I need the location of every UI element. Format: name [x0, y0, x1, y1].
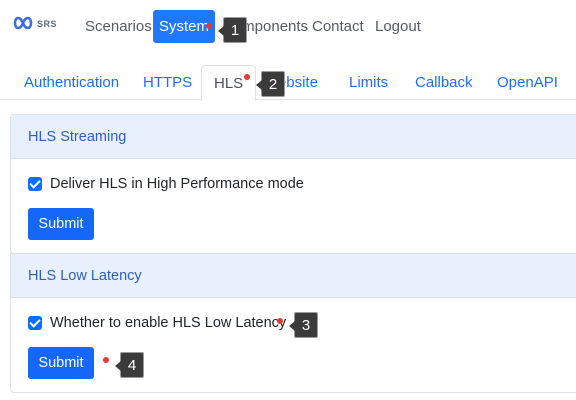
step-marker-3: 3 — [289, 312, 318, 338]
tab-hls[interactable]: HLS — [201, 65, 257, 101]
nav-link-scenarios[interactable]: Scenarios — [85, 18, 152, 36]
marker-dot-3 — [277, 318, 283, 324]
step-marker-1: 1 — [218, 17, 247, 43]
low-latency-checkbox[interactable] — [28, 316, 42, 330]
hls-low-latency-title: HLS Low Latency — [11, 254, 576, 298]
hls-streaming-card: HLS Streaming Deliver HLS in High Perfor… — [10, 114, 576, 254]
marker-dot-4 — [103, 357, 109, 363]
high-performance-label[interactable]: Deliver HLS in High Performance mode — [50, 176, 304, 192]
high-performance-option: Deliver HLS in High Performance mode — [28, 176, 304, 192]
tab-authentication[interactable]: Authentication — [24, 65, 119, 100]
hls-streaming-title: HLS Streaming — [11, 115, 576, 159]
marker-dot-1 — [206, 23, 212, 29]
low-latency-option: Whether to enable HLS Low Latency — [28, 315, 286, 331]
hls-low-latency-submit-button[interactable]: Submit — [28, 347, 94, 379]
top-navbar: SRS Scenarios System Components Contact … — [0, 0, 576, 56]
tab-openapi[interactable]: OpenAPI — [497, 65, 558, 100]
tab-https[interactable]: HTTPS — [143, 65, 192, 100]
srs-logo[interactable]: SRS — [12, 16, 60, 36]
logo-text: SRS — [37, 19, 58, 29]
marker-dot-2 — [244, 74, 250, 80]
hls-streaming-submit-button[interactable]: Submit — [28, 208, 94, 240]
low-latency-label[interactable]: Whether to enable HLS Low Latency — [50, 315, 286, 331]
step-marker-4: 4 — [115, 352, 144, 378]
tab-limits[interactable]: Limits — [349, 65, 388, 100]
nav-link-contact[interactable]: Contact — [312, 18, 364, 36]
nav-link-logout[interactable]: Logout — [375, 18, 421, 36]
high-performance-checkbox[interactable] — [28, 177, 42, 191]
settings-tabs: Authentication HTTPS HLS Website Limits … — [0, 65, 576, 101]
tab-callback[interactable]: Callback — [415, 65, 473, 100]
infinity-logo-icon — [13, 16, 33, 30]
step-marker-2: 2 — [256, 71, 285, 97]
